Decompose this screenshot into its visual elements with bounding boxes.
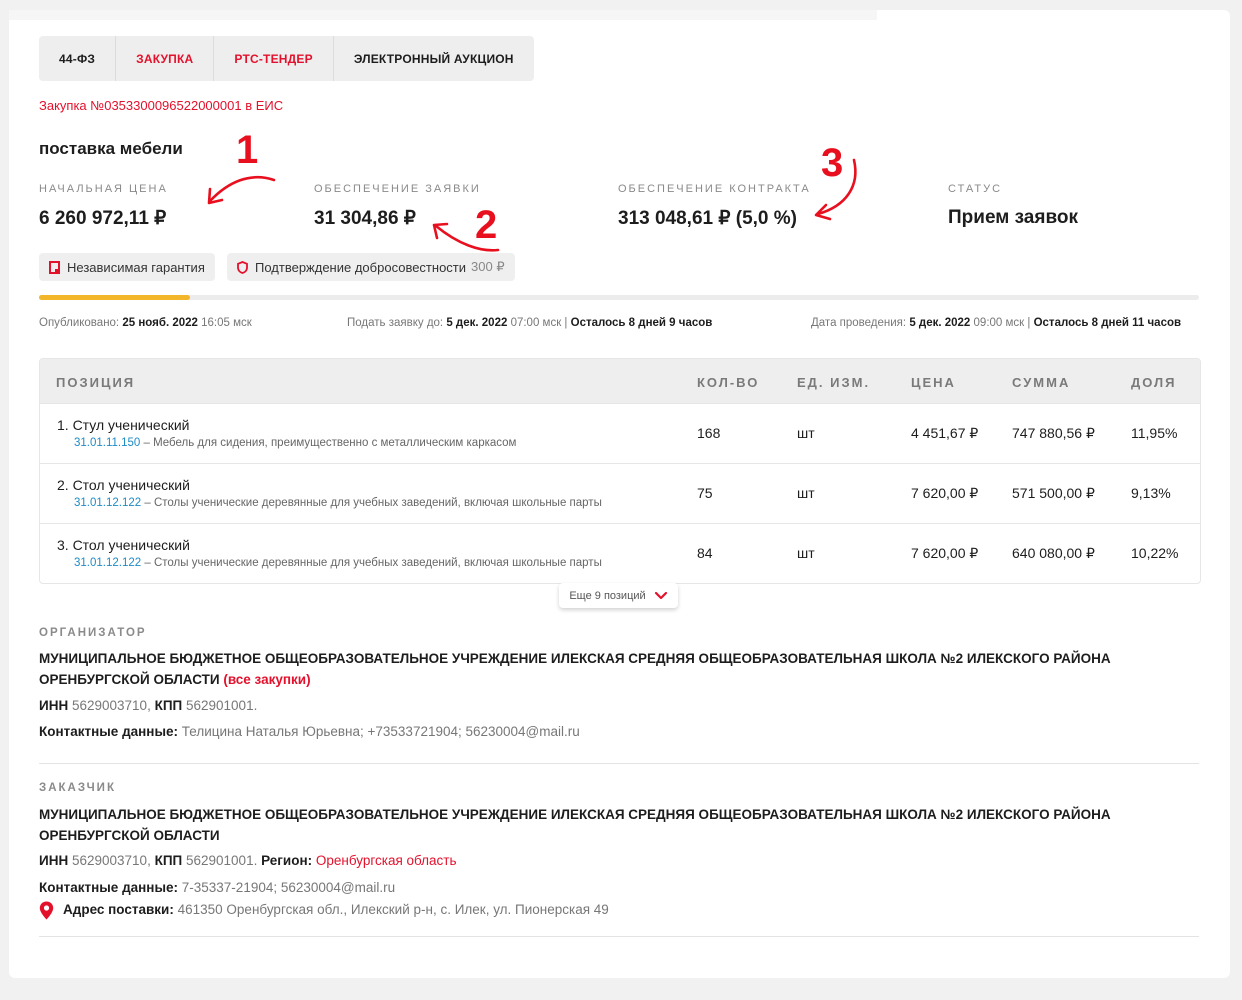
deadline-progress-bar bbox=[39, 295, 1199, 300]
share-cell: 10,22% bbox=[1131, 545, 1179, 561]
sum-cell: 640 080,00 ₽ bbox=[1012, 545, 1095, 561]
header-unit: ЕД. ИЗМ. bbox=[797, 375, 871, 390]
contacts-label: Контактные данные: bbox=[39, 880, 178, 895]
section-divider-bottom bbox=[39, 936, 1199, 937]
kpp-label: КПП bbox=[154, 853, 183, 868]
deadline-label: Подать заявку до: bbox=[347, 317, 444, 329]
all-purchases-link[interactable]: (все закупки) bbox=[223, 672, 310, 687]
published-time: 16:05 мск bbox=[201, 317, 252, 329]
confirmation-badge[interactable]: Подтверждение добросовестности 300 ₽ bbox=[227, 253, 515, 281]
okpd-code-link[interactable]: 31.01.12.122 bbox=[74, 557, 141, 569]
header-share: ДОЛЯ bbox=[1131, 375, 1177, 390]
region-label: Регион: bbox=[261, 853, 313, 868]
qty-cell: 168 bbox=[697, 425, 721, 441]
okpd-description: – Столы ученические деревянные для учебн… bbox=[141, 557, 602, 569]
published-date: 25 нояб. 2022 bbox=[122, 317, 198, 329]
share-cell: 9,13% bbox=[1131, 485, 1171, 501]
inn-value: 5629003710 bbox=[71, 853, 148, 868]
map-pin-icon bbox=[39, 901, 54, 920]
shield-icon bbox=[237, 260, 248, 274]
unit-cell: шт bbox=[797, 425, 815, 441]
table-row[interactable]: 1. Стул ученический 31.01.11.150 – Мебел… bbox=[40, 403, 1200, 463]
guarantee-label: Независимая гарантия bbox=[67, 259, 205, 275]
event-remaining: Осталось 8 дней 11 часов bbox=[1033, 317, 1182, 329]
guarantee-badge[interactable]: Независимая гарантия bbox=[39, 253, 215, 281]
position-description: 31.01.11.150 – Мебель для сидения, преим… bbox=[74, 437, 516, 449]
contacts-label: Контактные данные: bbox=[39, 724, 178, 739]
unit-cell: шт bbox=[797, 545, 815, 561]
address-value: 461350 Оренбургская обл., Илекский р-н, … bbox=[177, 902, 609, 917]
table-header: ПОЗИЦИЯ КОЛ-ВО ЕД. ИЗМ. ЦЕНА СУММА ДОЛЯ bbox=[40, 359, 1200, 403]
position-name: 1. Стул ученический bbox=[57, 417, 190, 433]
event-info: Дата проведения: 5 дек. 2022 09:00 мск |… bbox=[811, 317, 1182, 329]
position-name: 3. Стол ученический bbox=[57, 537, 190, 553]
sum-cell: 571 500,00 ₽ bbox=[1012, 485, 1095, 501]
published-label: Опубликовано: bbox=[39, 317, 120, 329]
header-sum: СУММА bbox=[1012, 375, 1071, 390]
table-row[interactable]: 3. Стол ученический 31.01.12.122 – Столы… bbox=[40, 523, 1200, 583]
kpp-value: 562901001. bbox=[186, 698, 258, 713]
header-qty: КОЛ-ВО bbox=[697, 375, 760, 390]
contacts-value: 7-35337-21904; 56230004@mail.ru bbox=[181, 880, 396, 895]
price-cell: 7 620,00 ₽ bbox=[911, 485, 979, 501]
position-description: 31.01.12.122 – Столы ученические деревян… bbox=[74, 557, 602, 569]
kpp-value: 562901001. bbox=[186, 853, 258, 868]
event-time: 09:00 мск bbox=[973, 317, 1025, 329]
okpd-code-link[interactable]: 31.01.11.150 bbox=[74, 437, 140, 449]
okpd-description: – Мебель для сидения, преимущественно с … bbox=[140, 437, 517, 449]
sum-cell: 747 880,56 ₽ bbox=[1012, 425, 1095, 441]
annotation-arrow-2 bbox=[434, 224, 500, 252]
customer-requisites: ИНН 5629003710, КПП 562901001. Регион: О… bbox=[39, 853, 457, 868]
chevron-down-icon bbox=[654, 591, 667, 599]
published-info: Опубликовано: 25 нояб. 2022 16:05 мск bbox=[39, 317, 252, 329]
deadline-date: 5 дек. 2022 bbox=[446, 317, 508, 329]
customer-label: ЗАКАЗЧИК bbox=[39, 782, 116, 794]
contacts-value: Телицина Наталья Юрьевна; +73533721904; … bbox=[181, 724, 580, 739]
price-cell: 4 451,67 ₽ bbox=[911, 425, 979, 441]
share-cell: 11,95% bbox=[1131, 425, 1178, 441]
show-more-label: Еще 9 позиций bbox=[569, 589, 646, 602]
header-price: ЦЕНА bbox=[911, 375, 956, 390]
organizer-contacts: Контактные данные: Телицина Наталья Юрье… bbox=[39, 724, 580, 739]
qty-cell: 75 bbox=[697, 485, 713, 501]
delivery-address: Адрес поставки: 461350 Оренбургская обл.… bbox=[39, 901, 609, 920]
organizer-name-text: МУНИЦИПАЛЬНОЕ БЮДЖЕТНОЕ ОБЩЕОБРАЗОВАТЕЛЬ… bbox=[39, 651, 1111, 687]
inn-value: 5629003710 bbox=[71, 698, 148, 713]
price-cell: 7 620,00 ₽ bbox=[911, 545, 979, 561]
customer-contacts: Контактные данные: 7-35337-21904; 562300… bbox=[39, 880, 395, 895]
okpd-description: – Столы ученические деревянные для учебн… bbox=[141, 497, 602, 509]
inn-label: ИНН bbox=[39, 698, 69, 713]
kpp-label: КПП bbox=[154, 698, 183, 713]
event-label: Дата проведения: bbox=[811, 317, 907, 329]
organizer-requisites: ИНН 5629003710, КПП 562901001. bbox=[39, 698, 258, 713]
address-label: Адрес поставки: bbox=[63, 902, 174, 917]
confirmation-label: Подтверждение добросовестности bbox=[255, 259, 467, 275]
organizer-label: ОРГАНИЗАТОР bbox=[39, 627, 147, 639]
customer-name: МУНИЦИПАЛЬНОЕ БЮДЖЕТНОЕ ОБЩЕОБРАЗОВАТЕЛЬ… bbox=[39, 807, 1111, 843]
confirmation-price: 300 ₽ bbox=[471, 259, 505, 274]
positions-table: ПОЗИЦИЯ КОЛ-ВО ЕД. ИЗМ. ЦЕНА СУММА ДОЛЯ … bbox=[39, 358, 1201, 584]
deadline-remaining: Осталось 8 дней 9 часов bbox=[570, 317, 713, 329]
deadline-info: Подать заявку до: 5 дек. 2022 07:00 мск … bbox=[347, 317, 713, 329]
table-row[interactable]: 2. Стол ученический 31.01.12.122 – Столы… bbox=[40, 463, 1200, 523]
position-description: 31.01.12.122 – Столы ученические деревян… bbox=[74, 497, 602, 509]
deadline-time: 07:00 мск bbox=[510, 317, 562, 329]
annotation-arrow-1 bbox=[208, 175, 276, 203]
position-name: 2. Стол ученический bbox=[57, 477, 190, 493]
region-link[interactable]: Оренбургская область bbox=[316, 853, 457, 868]
header-position: ПОЗИЦИЯ bbox=[56, 375, 136, 390]
inn-label: ИНН bbox=[39, 853, 69, 868]
progress-fill bbox=[39, 295, 190, 300]
show-more-button[interactable]: Еще 9 позиций bbox=[559, 583, 678, 608]
unit-cell: шт bbox=[797, 485, 815, 501]
document-icon bbox=[49, 260, 60, 274]
okpd-code-link[interactable]: 31.01.12.122 bbox=[74, 497, 141, 509]
organizer-name: МУНИЦИПАЛЬНОЕ БЮДЖЕТНОЕ ОБЩЕОБРАЗОВАТЕЛЬ… bbox=[39, 648, 1139, 690]
event-date: 5 дек. 2022 bbox=[909, 317, 971, 329]
qty-cell: 84 bbox=[697, 545, 713, 561]
section-divider bbox=[39, 763, 1199, 764]
